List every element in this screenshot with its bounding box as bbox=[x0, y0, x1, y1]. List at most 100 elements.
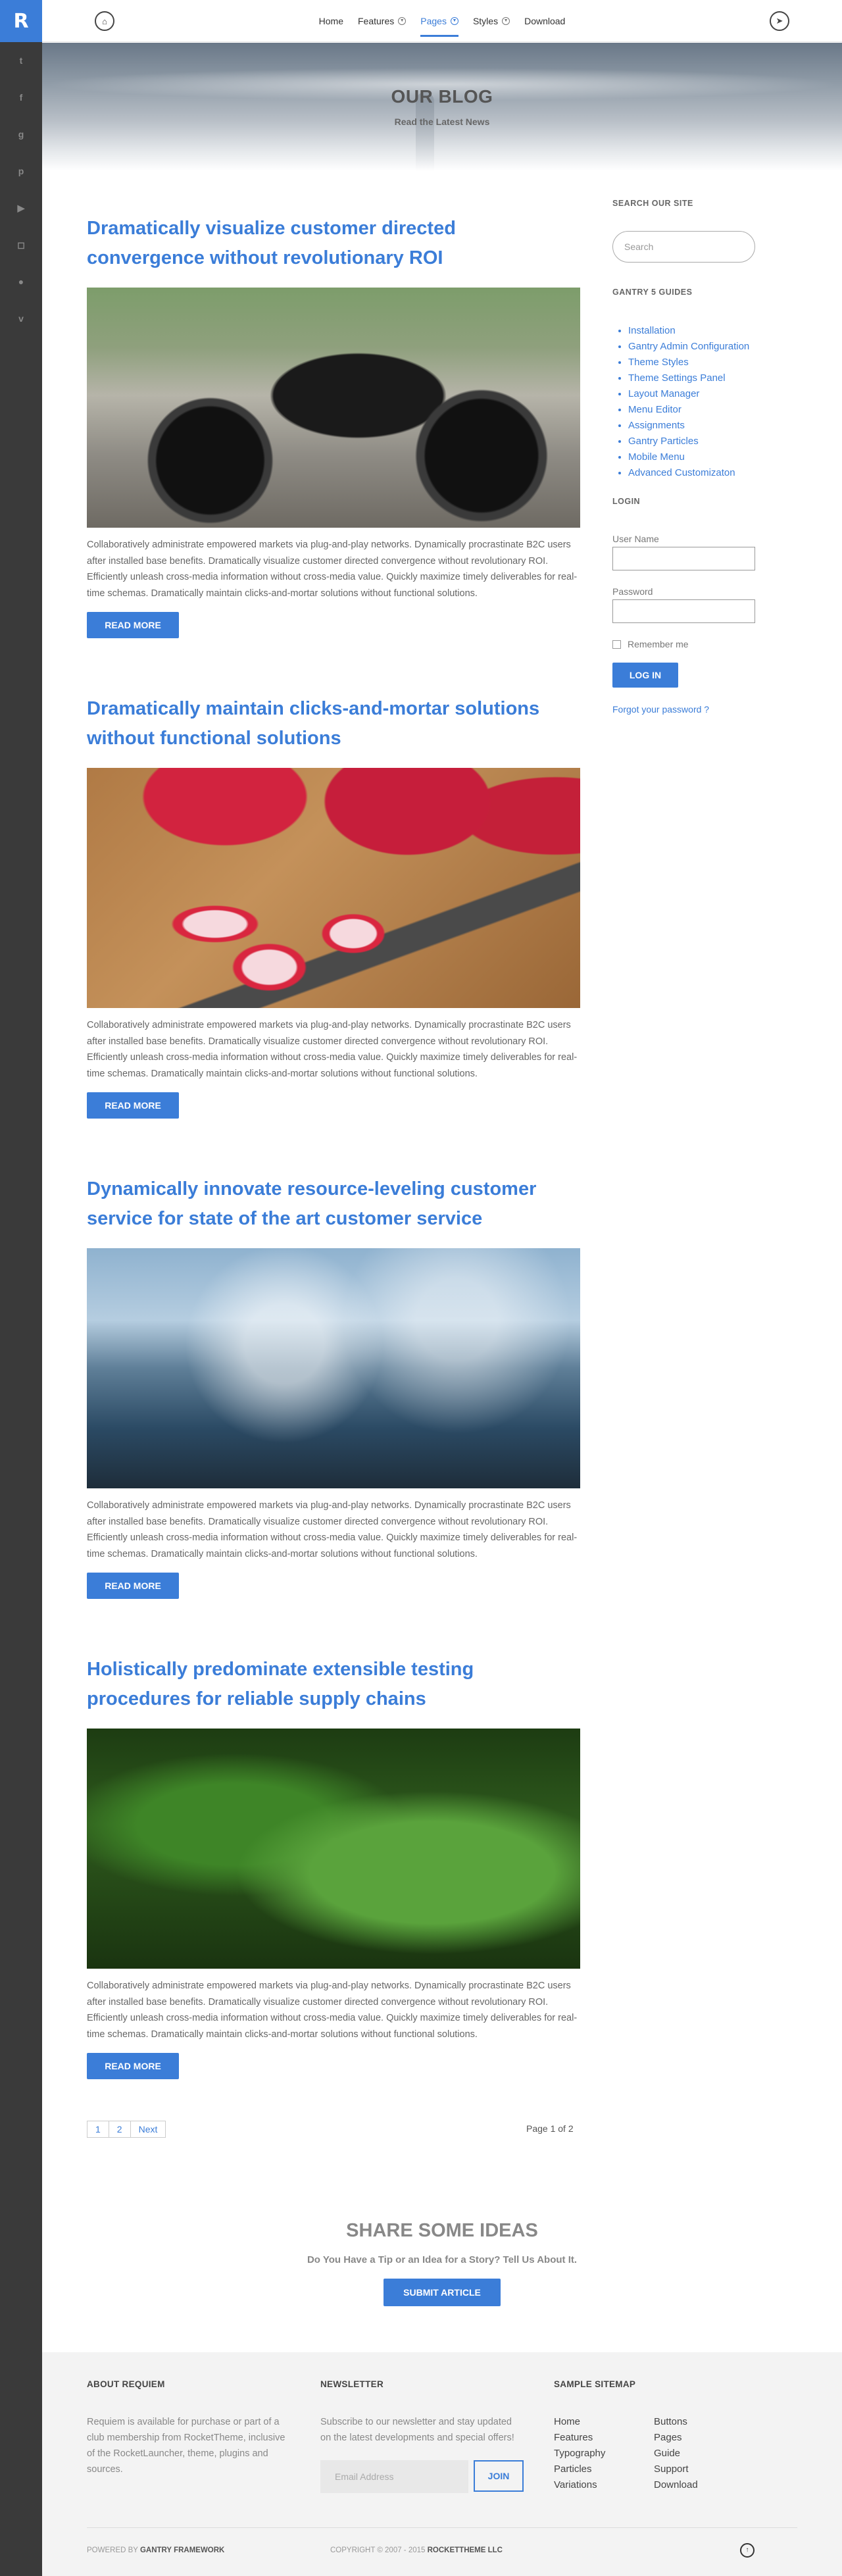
hero-banner: OUR BLOG Read the Latest News bbox=[42, 43, 842, 171]
submit-article-button[interactable]: SUBMIT ARTICLE bbox=[384, 2279, 501, 2306]
footer-about: ABOUT REQUIEM Requiem is available for p… bbox=[87, 2379, 291, 2477]
post-title[interactable]: Dramatically visualize customer directed… bbox=[87, 214, 567, 273]
sitemap-link[interactable]: Download bbox=[654, 2477, 754, 2493]
newsletter-form: Email Address JOIN bbox=[320, 2460, 524, 2493]
blog-post: Dynamically innovate resource-leveling c… bbox=[87, 1174, 580, 1655]
post-excerpt: Collaboratively administrate empowered m… bbox=[87, 1500, 578, 1559]
newsletter-title: NEWSLETTER bbox=[320, 2379, 384, 2389]
login-button[interactable]: LOG IN bbox=[612, 663, 678, 688]
post-title[interactable]: Holistically predominate extensible test… bbox=[87, 1655, 567, 1714]
post-image-leaves[interactable] bbox=[87, 1729, 580, 1969]
read-more-button[interactable]: READ MORE bbox=[87, 2053, 179, 2079]
powered-by: POWERED BY GANTRY FRAMEWORK bbox=[87, 2546, 224, 2554]
sitemap-link[interactable]: Home bbox=[554, 2414, 654, 2430]
menu-item-download[interactable]: Download bbox=[524, 12, 565, 30]
sitemap-link[interactable]: Support bbox=[654, 2462, 754, 2477]
sitemap-column: Home Features Typography Particles Varia… bbox=[554, 2414, 654, 2493]
footer-newsletter: NEWSLETTER Subscribe to our newsletter a… bbox=[320, 2379, 524, 2493]
copyright: COPYRIGHT © 2007 - 2015 ROCKETTHEME LLC bbox=[330, 2546, 503, 2554]
footer-sitemap: SAMPLE SITEMAP Home Features Typography … bbox=[554, 2379, 754, 2493]
guide-link[interactable]: Gantry Admin Configuration bbox=[628, 339, 757, 355]
guides-list: Installation Gantry Admin Configuration … bbox=[612, 323, 757, 481]
remember-label: Remember me bbox=[628, 639, 689, 649]
navigation-icon[interactable]: ➤ bbox=[770, 11, 789, 31]
guide-link[interactable]: Layout Manager bbox=[628, 386, 757, 402]
guide-link[interactable]: Theme Settings Panel bbox=[628, 370, 757, 386]
page-status: Page 1 of 2 bbox=[526, 2123, 574, 2134]
sitemap-link[interactable]: Buttons bbox=[654, 2414, 754, 2430]
page-link-1[interactable]: 1 bbox=[87, 2121, 109, 2138]
guide-link[interactable]: Advanced Customizaton bbox=[628, 465, 757, 481]
chevron-down-icon: ▼ bbox=[398, 16, 407, 25]
menu-item-label: Home bbox=[318, 15, 343, 26]
flickr-icon[interactable]: ● bbox=[0, 263, 42, 300]
sitemap-title: SAMPLE SITEMAP bbox=[554, 2379, 636, 2389]
menu-item-label: Pages bbox=[420, 15, 447, 26]
footer: ABOUT REQUIEM Requiem is available for p… bbox=[42, 2352, 842, 2576]
page-link-next[interactable]: Next bbox=[130, 2121, 166, 2138]
guide-link[interactable]: Mobile Menu bbox=[628, 449, 757, 465]
forgot-password-link[interactable]: Forgot your password ? bbox=[612, 704, 757, 715]
remember-row: Remember me bbox=[612, 639, 757, 649]
pinterest-icon[interactable]: p bbox=[0, 153, 42, 189]
menu-item-label: Download bbox=[524, 15, 566, 26]
post-image-motorcycle[interactable] bbox=[87, 288, 580, 528]
guide-link[interactable]: Assignments bbox=[628, 418, 757, 434]
username-label: User Name bbox=[612, 534, 659, 544]
guide-link[interactable]: Installation bbox=[628, 323, 757, 339]
post-image-water-splash[interactable] bbox=[87, 1248, 580, 1488]
email-field[interactable]: Email Address bbox=[320, 2460, 468, 2493]
sitemap-link[interactable]: Guide bbox=[654, 2446, 754, 2462]
page-link-2[interactable]: 2 bbox=[108, 2121, 131, 2138]
menu-item-home[interactable]: Home bbox=[319, 12, 343, 30]
blog-post: Holistically predominate extensible test… bbox=[87, 1655, 580, 2135]
sitemap-link[interactable]: Features bbox=[554, 2430, 654, 2446]
guide-link[interactable]: Menu Editor bbox=[628, 402, 757, 418]
twitter-icon[interactable]: t bbox=[0, 42, 42, 79]
password-field[interactable] bbox=[612, 599, 755, 623]
facebook-icon[interactable]: f bbox=[0, 79, 42, 116]
back-to-top-icon[interactable]: ↑ bbox=[740, 2543, 755, 2558]
social-sidebar: R t f g p ▶ ◻ ● v bbox=[0, 0, 42, 2576]
about-title: ABOUT REQUIEM bbox=[87, 2379, 165, 2389]
post-title[interactable]: Dramatically maintain clicks-and-mortar … bbox=[87, 694, 567, 753]
post-excerpt: Collaboratively administrate empowered m… bbox=[87, 540, 578, 599]
menu-item-pages[interactable]: Pages ▼ bbox=[420, 12, 458, 37]
sitemap-link[interactable]: Particles bbox=[554, 2462, 654, 2477]
menu-item-features[interactable]: Features ▼ bbox=[358, 12, 407, 30]
sitemap-link[interactable]: Variations bbox=[554, 2477, 654, 2493]
home-icon[interactable]: ⌂ bbox=[95, 11, 114, 31]
sitemap-link[interactable]: Typography bbox=[554, 2446, 654, 2462]
remember-checkbox[interactable] bbox=[612, 640, 621, 649]
search-input[interactable]: Search bbox=[612, 231, 755, 263]
guide-link[interactable]: Theme Styles bbox=[628, 355, 757, 370]
share-subtitle: Do You Have a Tip or an Idea for a Story… bbox=[307, 2254, 578, 2265]
copyright-link[interactable]: ROCKETTHEME LLC bbox=[428, 2546, 503, 2554]
blog-post: Dramatically visualize customer directed… bbox=[87, 214, 580, 694]
username-field[interactable] bbox=[612, 547, 755, 570]
read-more-button[interactable]: READ MORE bbox=[87, 612, 179, 638]
sitemap-link[interactable]: Pages bbox=[654, 2430, 754, 2446]
site-logo[interactable]: R bbox=[0, 0, 42, 42]
sitemap-column: Buttons Pages Guide Support Download bbox=[654, 2414, 754, 2493]
vimeo-icon[interactable]: v bbox=[0, 300, 42, 337]
guide-link[interactable]: Gantry Particles bbox=[628, 434, 757, 449]
read-more-button[interactable]: READ MORE bbox=[87, 1573, 179, 1599]
instagram-icon[interactable]: ◻ bbox=[0, 226, 42, 263]
chevron-down-icon: ▼ bbox=[502, 16, 510, 25]
youtube-icon[interactable]: ▶ bbox=[0, 189, 42, 226]
powered-link[interactable]: GANTRY FRAMEWORK bbox=[140, 2546, 224, 2554]
menu-item-styles[interactable]: Styles ▼ bbox=[473, 12, 510, 30]
google-plus-icon[interactable]: g bbox=[0, 116, 42, 153]
search-heading: SEARCH OUR SITE bbox=[612, 199, 693, 208]
menu-item-label: Styles bbox=[472, 15, 499, 26]
read-more-button[interactable]: READ MORE bbox=[87, 1092, 179, 1119]
join-button[interactable]: JOIN bbox=[474, 2460, 524, 2492]
menu-item-label: Features bbox=[358, 15, 395, 26]
page-subtitle: Read the Latest News bbox=[394, 116, 490, 127]
pagination: 1 2 Next bbox=[87, 2121, 166, 2138]
post-image-radishes[interactable] bbox=[87, 768, 580, 1008]
powered-prefix: POWERED BY bbox=[87, 2546, 138, 2554]
post-title[interactable]: Dynamically innovate resource-leveling c… bbox=[87, 1174, 567, 1234]
password-label: Password bbox=[612, 586, 653, 597]
